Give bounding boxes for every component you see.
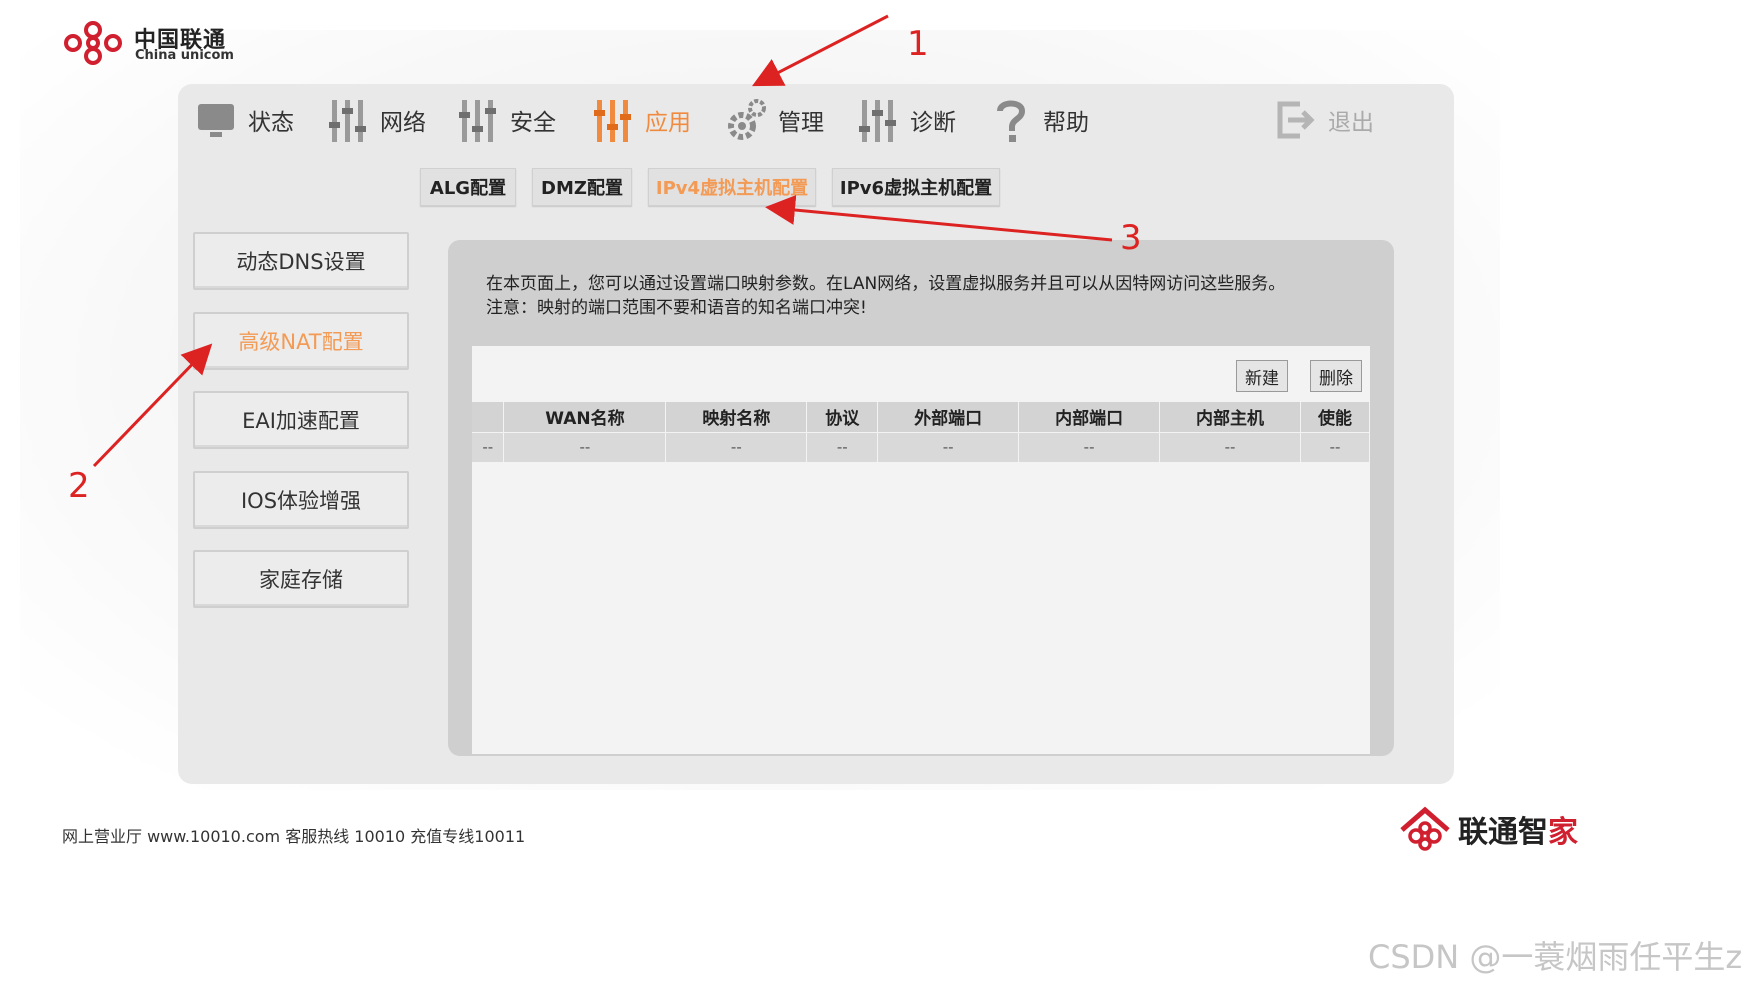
note-line: 注意：映射的端口范围不要和语音的知名端口冲突! [486, 298, 867, 318]
new-button[interactable]: 新建 [1236, 360, 1288, 392]
sliders-icon [459, 100, 496, 142]
nav-item-status[interactable]: 状态 [196, 92, 294, 148]
sliders-icon [329, 100, 366, 142]
description-line: 在本页面上，您可以通过设置端口映射参数。在LAN网络，设置虚拟服务并且可以从因特… [486, 274, 1286, 294]
sidebar-item-storage[interactable]: 家庭存储 [193, 550, 409, 608]
house-knot-icon [1400, 806, 1450, 851]
table-header-row: WAN名称 映射名称 协议 外部端口 内部端口 内部主机 使能 [472, 402, 1371, 432]
nav-label: 诊断 [910, 110, 956, 136]
gear-icon [728, 99, 766, 140]
col-protocol: 协议 [806, 402, 879, 432]
sliders-icon [594, 100, 631, 142]
col-internal-port: 内部端口 [1018, 402, 1161, 432]
col-enable: 使能 [1300, 402, 1371, 432]
nav-item-diagnosis[interactable]: 诊断 [858, 92, 956, 148]
subtab-dmz[interactable]: DMZ配置 [532, 168, 632, 206]
nav-item-application[interactable]: 应用 [593, 92, 691, 148]
smart-home-brand: 联通智家 [1398, 804, 1578, 854]
nav-label: 应用 [645, 110, 691, 136]
sidebar-item-ddns[interactable]: 动态DNS设置 [193, 232, 409, 290]
brand-prefix: 联通智 [1458, 815, 1548, 850]
table-cell: -- [877, 431, 1020, 462]
footer-contact: 网上营业厅 www.10010.com 客服热线 10010 充值专线10011 [62, 827, 526, 846]
subtab-alg[interactable]: ALG配置 [420, 168, 516, 206]
col-wan-name: WAN名称 [503, 402, 667, 432]
table-cell: -- [1018, 431, 1161, 462]
sliders-icon [859, 100, 896, 142]
nav-item-management[interactable]: 管理 [726, 92, 824, 148]
csdn-watermark: CSDN @一蓑烟雨任平生z [1368, 938, 1743, 976]
col-external-port: 外部端口 [877, 402, 1020, 432]
logo-text-en: China unicom [135, 48, 234, 63]
nav-item-security[interactable]: 安全 [458, 92, 556, 148]
monitor-icon [198, 104, 234, 137]
nav-item-help[interactable]: 帮助 [991, 92, 1089, 148]
unicom-knot-icon [64, 21, 122, 65]
annotation-number-1: 1 [907, 24, 929, 64]
col-mapping-name: 映射名称 [665, 402, 808, 432]
nav-item-network[interactable]: 网络 [328, 92, 426, 148]
subtab-ipv6-virtual-host[interactable]: IPv6虚拟主机配置 [832, 168, 1000, 206]
nav-item-logout[interactable]: 退出 [1276, 92, 1374, 148]
table-cell: -- [665, 431, 808, 462]
sidebar-item-ios[interactable]: IOS体验增强 [193, 471, 409, 529]
subtab-ipv4-virtual-host[interactable]: IPv4虚拟主机配置 [648, 168, 816, 206]
page-description: 在本页面上，您可以通过设置端口映射参数。在LAN网络，设置虚拟服务并且可以从因特… [486, 272, 1285, 320]
nav-label: 管理 [778, 110, 824, 136]
nav-label: 状态 [248, 110, 294, 136]
nav-label: 退出 [1328, 110, 1374, 136]
table-cell: -- [1159, 431, 1301, 462]
top-navigation: 状态 网络 安全 应用 管理 诊断 帮助 退出 [196, 92, 1446, 148]
table-row: -- -- -- -- -- -- -- -- [472, 431, 1371, 462]
table-cell: -- [503, 431, 667, 462]
sidebar-item-eai[interactable]: EAI加速配置 [193, 391, 409, 449]
virtual-host-table: WAN名称 映射名称 协议 外部端口 内部端口 内部主机 使能 -- -- --… [472, 402, 1371, 462]
logout-icon [1277, 101, 1315, 139]
nav-label: 安全 [510, 110, 556, 136]
brand-text: 联通智家 [1458, 807, 1578, 851]
col-select [472, 402, 505, 432]
table-cell: -- [1300, 431, 1371, 462]
delete-button[interactable]: 删除 [1310, 360, 1362, 392]
table-cell: -- [806, 431, 879, 462]
annotation-number-3: 3 [1120, 218, 1142, 258]
brand-suffix: 家 [1548, 815, 1578, 850]
table-cell: -- [472, 431, 505, 462]
annotation-number-2: 2 [68, 466, 90, 506]
nav-label: 帮助 [1043, 110, 1089, 136]
sidebar-item-advanced-nat[interactable]: 高级NAT配置 [193, 312, 409, 370]
question-icon [997, 100, 1026, 142]
china-unicom-logo: 中国联通 China unicom [58, 18, 238, 68]
nav-label: 网络 [380, 110, 426, 136]
col-internal-host: 内部主机 [1159, 402, 1301, 432]
